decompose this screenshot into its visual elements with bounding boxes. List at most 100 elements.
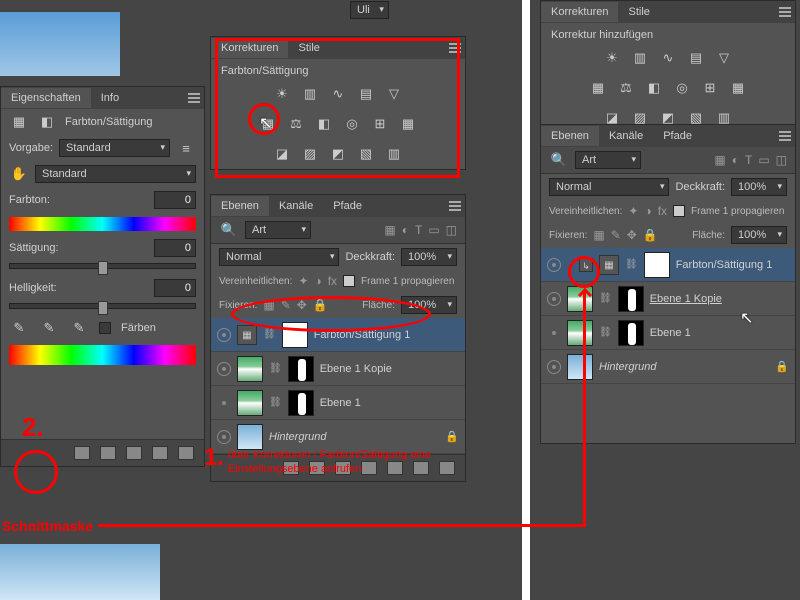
- preset-dropdown[interactable]: Standard: [59, 139, 170, 157]
- layer-thumb[interactable]: [237, 424, 263, 450]
- tab-pfade[interactable]: Pfade: [323, 196, 372, 216]
- color-balance-icon[interactable]: ⚖: [616, 79, 636, 97]
- reset-icon[interactable]: [126, 446, 142, 460]
- layer-name[interactable]: Ebene 1: [650, 327, 691, 339]
- fill-field[interactable]: 100%: [731, 226, 787, 244]
- panel-menu-icon[interactable]: [188, 93, 200, 103]
- layer-row[interactable]: Hintergrund 🔒: [541, 350, 795, 384]
- panel-menu-icon[interactable]: [449, 201, 461, 211]
- colorize-checkbox[interactable]: [99, 322, 111, 334]
- layer-thumb[interactable]: [237, 390, 263, 416]
- eyedropper-minus-icon[interactable]: ✎: [69, 319, 89, 337]
- mask-thumb[interactable]: [618, 286, 644, 312]
- visibility-icon[interactable]: [217, 328, 231, 342]
- levels-icon[interactable]: ▥: [630, 49, 650, 67]
- filter-type-icon[interactable]: T: [745, 153, 752, 167]
- unify-pos-icon[interactable]: ✦: [298, 274, 308, 288]
- toggle-visibility-icon[interactable]: [152, 446, 168, 460]
- mask-toggle-icon[interactable]: ◧: [37, 113, 57, 131]
- opacity-field[interactable]: 100%: [731, 178, 787, 196]
- blend-mode-dropdown[interactable]: Normal: [549, 178, 669, 196]
- saturation-slider[interactable]: [9, 263, 196, 269]
- visibility-icon[interactable]: [547, 326, 561, 340]
- propagate-checkbox[interactable]: [673, 205, 685, 217]
- layer-thumb[interactable]: [567, 354, 593, 380]
- tab-pfade[interactable]: Pfade: [653, 126, 702, 146]
- lock-paint-icon[interactable]: ✎: [611, 228, 621, 242]
- curves-icon[interactable]: ∿: [658, 49, 678, 67]
- link-icon[interactable]: ⛓: [599, 327, 612, 338]
- filter-adjust-icon[interactable]: ◐: [732, 153, 739, 167]
- visibility-icon[interactable]: [547, 292, 561, 306]
- blend-mode-dropdown[interactable]: Normal: [219, 248, 339, 266]
- visibility-icon[interactable]: [217, 430, 231, 444]
- lock-trans-icon[interactable]: ▦: [593, 228, 604, 242]
- layer-row[interactable]: ⛓ Ebene 1: [211, 386, 465, 420]
- filter-type-dropdown[interactable]: Art: [245, 221, 311, 239]
- unify-pos-icon[interactable]: ✦: [628, 204, 638, 218]
- propagate-checkbox[interactable]: [343, 275, 355, 287]
- search-icon[interactable]: 🔍: [219, 221, 239, 239]
- mask-thumb[interactable]: [618, 320, 644, 346]
- photo-filter-icon[interactable]: ◎: [672, 79, 692, 97]
- view-previous-icon[interactable]: [100, 446, 116, 460]
- saturation-field[interactable]: 0: [154, 239, 196, 257]
- layer-row[interactable]: ⛓ Ebene 1 Kopie: [211, 352, 465, 386]
- layer-name[interactable]: Farbton/Sättigung 1: [676, 259, 773, 271]
- unify-vis-icon[interactable]: ◑: [314, 274, 321, 288]
- mask-thumb[interactable]: [288, 390, 314, 416]
- adjustment-thumb-icon[interactable]: ▦: [599, 255, 619, 275]
- tab-eigenschaften[interactable]: Eigenschaften: [1, 88, 91, 108]
- tab-kanaele[interactable]: Kanäle: [599, 126, 653, 146]
- lut-icon[interactable]: ▦: [728, 79, 748, 97]
- visibility-icon[interactable]: [547, 360, 561, 374]
- hue-field[interactable]: 0: [154, 191, 196, 209]
- brightness-icon[interactable]: ☀: [602, 49, 622, 67]
- layer-name[interactable]: Hintergrund: [599, 361, 656, 373]
- filter-shape-icon[interactable]: ▭: [428, 223, 439, 237]
- filter-pixel-icon[interactable]: ▦: [714, 153, 725, 167]
- filter-adjust-icon[interactable]: ◐: [402, 223, 409, 237]
- unify-vis-icon[interactable]: ◑: [644, 204, 651, 218]
- visibility-icon[interactable]: [547, 258, 561, 272]
- lock-all-icon[interactable]: 🔒: [643, 228, 658, 242]
- eyedropper-plus-icon[interactable]: ✎: [39, 319, 59, 337]
- panel-menu-icon[interactable]: [779, 7, 791, 17]
- filter-type-icon[interactable]: T: [415, 223, 422, 237]
- search-icon[interactable]: 🔍: [549, 151, 569, 169]
- unify-style-icon[interactable]: fx: [658, 204, 667, 218]
- layer-thumb[interactable]: [237, 356, 263, 382]
- channel-mixer-icon[interactable]: ⊞: [700, 79, 720, 97]
- tab-korrekturen[interactable]: Korrekturen: [541, 2, 618, 22]
- trash-icon[interactable]: [439, 461, 455, 475]
- link-icon[interactable]: ⛓: [625, 259, 638, 270]
- tab-info[interactable]: Info: [91, 88, 129, 108]
- layer-thumb[interactable]: [567, 286, 593, 312]
- visibility-icon[interactable]: [217, 396, 231, 410]
- layer-name[interactable]: Ebene 1 Kopie: [650, 293, 722, 305]
- profile-dropdown[interactable]: Uli: [350, 1, 389, 19]
- tab-ebenen[interactable]: Ebenen: [541, 126, 599, 146]
- panel-menu-icon[interactable]: [779, 131, 791, 141]
- mask-thumb[interactable]: [644, 252, 670, 278]
- link-icon[interactable]: ⛓: [599, 293, 612, 304]
- layer-row[interactable]: ⛓ Ebene 1: [541, 316, 795, 350]
- exposure-icon[interactable]: ▤: [686, 49, 706, 67]
- eyedropper-icon[interactable]: ✎: [9, 319, 29, 337]
- clip-to-layer-icon[interactable]: [74, 446, 90, 460]
- lightness-field[interactable]: 0: [154, 279, 196, 297]
- lock-move-icon[interactable]: ✥: [627, 228, 637, 242]
- layer-name[interactable]: Ebene 1 Kopie: [320, 363, 392, 375]
- targeted-adjust-icon[interactable]: ✋: [9, 165, 29, 183]
- link-icon[interactable]: ⛓: [269, 363, 282, 374]
- channel-dropdown[interactable]: Standard: [35, 165, 196, 183]
- mask-thumb[interactable]: [288, 356, 314, 382]
- tab-ebenen[interactable]: Ebenen: [211, 196, 269, 216]
- filter-pixel-icon[interactable]: ▦: [384, 223, 395, 237]
- bw-icon[interactable]: ◧: [644, 79, 664, 97]
- filter-type-dropdown[interactable]: Art: [575, 151, 641, 169]
- opacity-field[interactable]: 100%: [401, 248, 457, 266]
- tab-stile[interactable]: Stile: [618, 2, 659, 22]
- layer-name[interactable]: Ebene 1: [320, 397, 361, 409]
- adjustment-thumb-icon[interactable]: ▦: [237, 325, 257, 345]
